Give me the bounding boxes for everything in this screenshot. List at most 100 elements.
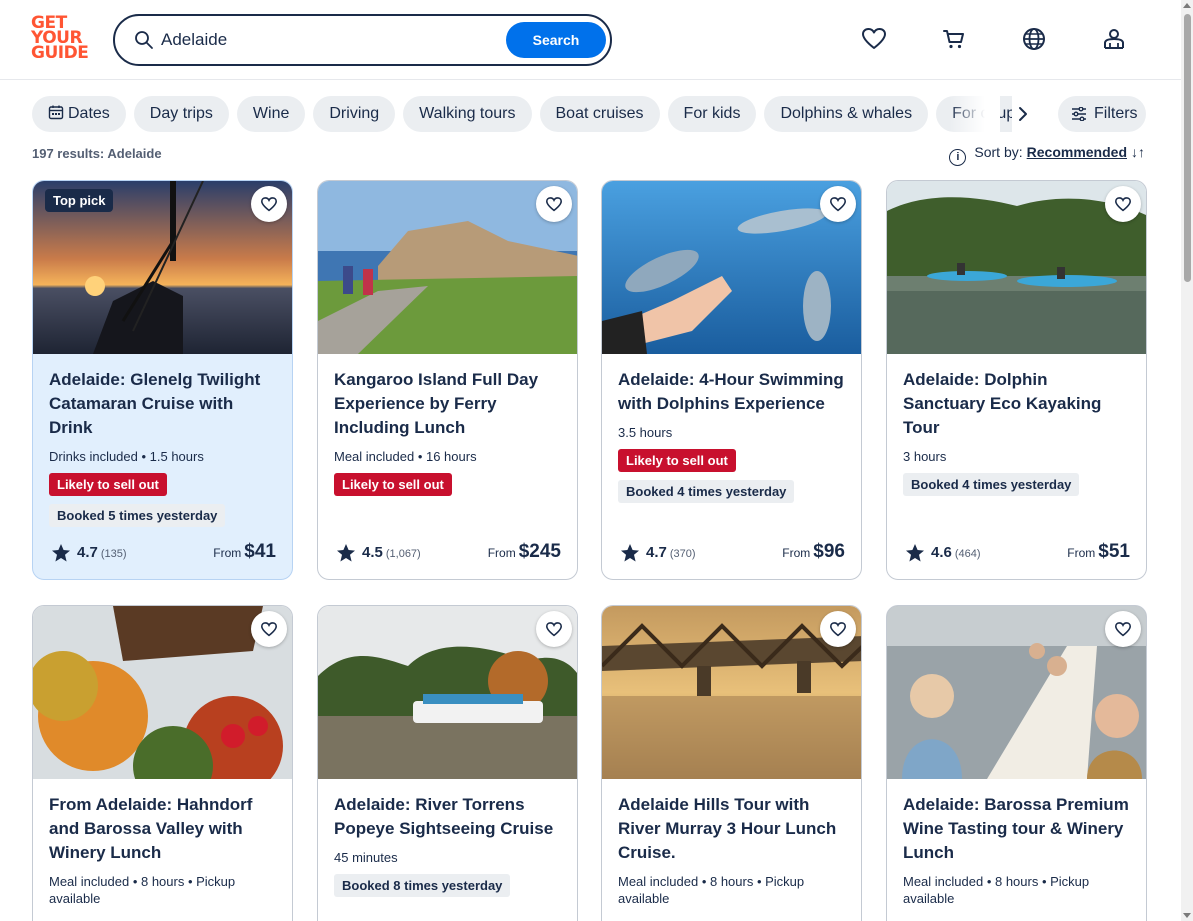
search-input[interactable]	[161, 26, 501, 54]
activity-title[interactable]: From Adelaide: Hahndorf and Barossa Vall…	[49, 793, 276, 865]
activity-title[interactable]: Adelaide: Glenelg Twilight Catamaran Cru…	[49, 368, 276, 440]
activity-image[interactable]	[887, 181, 1146, 354]
price-prefix: From	[1067, 546, 1096, 560]
rating-value: 4.7	[646, 544, 667, 561]
activity-card[interactable]: From Adelaide: Hahndorf and Barossa Vall…	[32, 605, 293, 921]
heart-icon	[830, 197, 846, 212]
activity-title[interactable]: Adelaide: 4-Hour Swimming with Dolphins …	[618, 368, 845, 416]
heart-icon	[1115, 197, 1131, 212]
heart-icon	[546, 622, 562, 637]
activity-title[interactable]: Kangaroo Island Full Day Experience by F…	[334, 368, 561, 440]
activity-meta: Meal included • 8 hours • Pickup availab…	[618, 874, 805, 906]
star-icon	[906, 544, 924, 562]
activity-image[interactable]: Top pick	[33, 181, 292, 354]
filter-chips: Dates Day trips Wine Driving Walking tours Bo…	[32, 96, 1012, 132]
chevron-right-icon[interactable]	[1012, 104, 1034, 124]
activity-card[interactable]: Adelaide: Dolphin Sanctuary Eco Kayaking…	[886, 180, 1147, 580]
page-scrollbar[interactable]	[1181, 0, 1193, 921]
chip-for-kids[interactable]: For kids	[667, 96, 757, 132]
chip-dates[interactable]: Dates	[32, 96, 126, 132]
price-value: $96	[813, 541, 845, 562]
globe-icon[interactable]	[1021, 26, 1047, 52]
wishlist-button[interactable]	[1105, 611, 1141, 647]
sort-arrows-icon[interactable]: ↓↑	[1131, 144, 1145, 160]
sort-control[interactable]: i Sort by: Recommended ↓↑	[949, 144, 1145, 166]
star-icon	[337, 544, 355, 562]
top-header: GET YOUR GUIDE Search	[0, 0, 1193, 80]
activity-image[interactable]	[318, 606, 577, 779]
price-value: $245	[518, 541, 561, 562]
chip-wine[interactable]: Wine	[236, 96, 306, 132]
results-count: 197 results: Adelaide	[32, 146, 162, 161]
activity-title[interactable]: Adelaide: Dolphin Sanctuary Eco Kayaking…	[903, 368, 1130, 440]
activity-meta: 3 hours	[903, 449, 947, 464]
activity-image[interactable]	[602, 606, 861, 779]
chip-day-trips[interactable]: Day trips	[133, 96, 229, 132]
activity-meta: Meal included • 8 hours • Pickup availab…	[49, 874, 236, 906]
scroll-up-icon[interactable]	[1183, 3, 1191, 8]
card-footer: 4.7 (135) From $41	[49, 541, 276, 565]
chip-fade	[950, 96, 1000, 132]
scrollbar-thumb[interactable]	[1184, 14, 1191, 282]
wishlist-button[interactable]	[1105, 186, 1141, 222]
heart-icon	[1115, 622, 1131, 637]
booked-badge: Booked 4 times yesterday	[903, 473, 1080, 496]
rating-value: 4.6	[931, 544, 952, 561]
activity-card[interactable]: Adelaide: 4-Hour Swimming with Dolphins …	[601, 180, 862, 580]
heart-icon	[830, 622, 846, 637]
wishlist-button[interactable]	[251, 611, 287, 647]
scroll-down-icon[interactable]	[1183, 913, 1191, 918]
sort-value[interactable]: Recommended	[1027, 144, 1127, 160]
chip-walking-tours[interactable]: Walking tours	[403, 96, 532, 132]
activity-title[interactable]: Adelaide: River Torrens Popeye Sightseei…	[334, 793, 561, 841]
sell-out-badge: Likely to sell out	[334, 473, 452, 496]
activity-meta: 3.5 hours	[618, 425, 673, 440]
activity-card[interactable]: Adelaide Hills Tour with River Murray 3 …	[601, 605, 862, 921]
search-bar: Search	[113, 14, 612, 66]
booked-badge: Booked 8 times yesterday	[334, 874, 511, 897]
chip-boat-cruises[interactable]: Boat cruises	[539, 96, 660, 132]
price-prefix: From	[487, 546, 516, 560]
top-pick-badge: Top pick	[45, 189, 114, 212]
booked-badge: Booked 5 times yesterday	[49, 504, 226, 527]
chip-dolphins-whales[interactable]: Dolphins & whales	[764, 96, 929, 132]
activity-image[interactable]	[887, 606, 1146, 779]
wishlist-button[interactable]	[536, 186, 572, 222]
activity-image[interactable]	[602, 181, 861, 354]
activity-card[interactable]: Kangaroo Island Full Day Experience by F…	[317, 180, 578, 580]
card-footer: 4.5 (1,067) From $245	[334, 541, 561, 565]
activity-card[interactable]: Adelaide: River Torrens Popeye Sightseei…	[317, 605, 578, 921]
activity-title[interactable]: Adelaide: Barossa Premium Wine Tasting t…	[903, 793, 1130, 865]
activity-card[interactable]: Adelaide: Barossa Premium Wine Tasting t…	[886, 605, 1147, 921]
heart-icon	[546, 197, 562, 212]
wishlist-button[interactable]	[536, 611, 572, 647]
activity-image[interactable]	[33, 606, 292, 779]
review-count: (370)	[669, 548, 696, 560]
wishlist-button[interactable]	[251, 186, 287, 222]
search-icon	[135, 31, 153, 49]
price-value: $51	[1098, 541, 1130, 562]
activity-title[interactable]: Adelaide Hills Tour with River Murray 3 …	[618, 793, 845, 865]
cart-icon[interactable]	[941, 26, 967, 52]
heart-icon[interactable]	[861, 26, 887, 52]
price-prefix: From	[782, 546, 811, 560]
filters-button[interactable]: Filters	[1058, 96, 1146, 132]
wishlist-button[interactable]	[820, 611, 856, 647]
getyourguide-logo[interactable]: GET YOUR GUIDE	[31, 15, 91, 64]
activity-card[interactable]: Top pick Adelaide: Glenelg Twilight Cata…	[32, 180, 293, 580]
chip-driving[interactable]: Driving	[313, 96, 396, 132]
activity-meta: Meal included • 16 hours	[334, 449, 477, 464]
logo-line-3: GUIDE	[31, 43, 89, 63]
search-button[interactable]: Search	[506, 22, 606, 58]
wishlist-button[interactable]	[820, 186, 856, 222]
star-icon	[621, 544, 639, 562]
activity-meta: 45 minutes	[334, 850, 398, 865]
price-prefix: From	[213, 546, 242, 560]
chip-label: Dates	[68, 105, 110, 122]
booked-badge: Booked 4 times yesterday	[618, 480, 795, 503]
activity-image[interactable]	[318, 181, 577, 354]
review-count: (135)	[100, 548, 127, 560]
user-icon[interactable]	[1101, 26, 1127, 52]
info-icon[interactable]: i	[949, 149, 967, 166]
activity-meta: Meal included • 8 hours • Pickup availab…	[903, 874, 1090, 906]
